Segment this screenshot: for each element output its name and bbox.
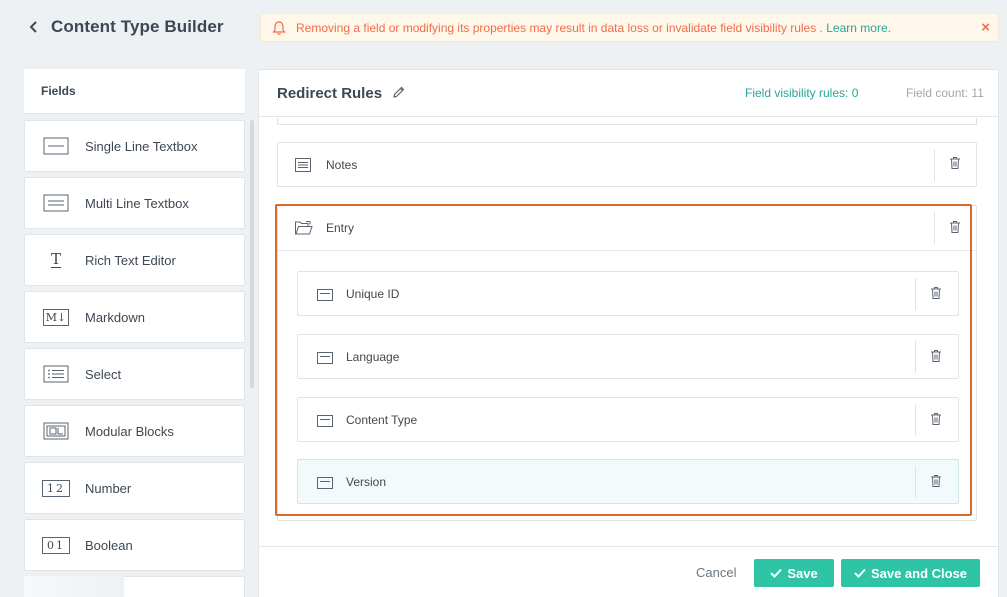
schema-canvas: Notes Entry Unique ID Language Content T… [259,118,998,546]
field-type-label: Single Line Textbox [85,139,198,154]
previous-field-card [277,118,977,125]
warning-message: Removing a field or modifying its proper… [296,21,891,35]
divider [934,149,935,181]
field-count: Field count: 11 [906,86,984,100]
modular-blocks-icon [43,421,69,441]
notes-icon [295,158,311,177]
warning-text: Removing a field or modifying its proper… [296,21,823,35]
field-name: Notes [326,158,358,172]
markdown-icon: M↓ [42,307,70,327]
field-type-modular-blocks[interactable]: Modular Blocks [24,405,245,457]
select-list-icon [43,364,69,384]
fields-sidebar: Fields Single Line Textbox Multi Line Te… [24,69,254,597]
bell-icon [271,20,287,41]
rich-text-glyph: T [50,250,61,268]
field-type-number[interactable]: 12 Number [24,462,245,514]
field-type-label: Multi Line Textbox [85,196,189,211]
field-card-notes[interactable]: Notes [277,142,977,187]
checkmark-icon [854,566,866,581]
boolean-glyph: 01 [42,536,70,554]
field-type-label: Number [85,481,132,496]
page-title: Content Type Builder [51,17,224,36]
field-type-label: Boolean [85,538,133,553]
selected-group-highlight [275,204,972,516]
sidebar-scrollbar[interactable] [250,120,254,388]
save-button[interactable]: Save [754,559,834,587]
sidebar-heading: Fields [24,69,245,114]
save-label: Save [787,565,818,581]
top-bar: Content Type Builder Removing a field or… [0,0,1007,56]
content-type-panel: Redirect Rules Field visibility rules: 0… [258,69,999,597]
trash-icon[interactable] [949,156,961,170]
back-arrow-icon[interactable] [26,18,42,36]
field-visibility-rules-link[interactable]: Field visibility rules: 0 [745,86,858,100]
content-type-title: Redirect Rules [277,85,383,102]
learn-more-link[interactable]: Learn more. [826,21,891,35]
save-and-close-button[interactable]: Save and Close [841,559,980,587]
field-type-label: Select [85,367,122,382]
cancel-button[interactable]: Cancel [696,565,736,580]
field-type-label: Rich Text Editor [85,253,176,268]
markdown-glyph: M↓ [42,308,70,326]
field-type-multi-line[interactable]: Multi Line Textbox [24,177,245,229]
panel-footer: Cancel Save Save and Close [259,546,998,597]
number-glyph: 12 [42,479,70,497]
pencil-icon[interactable] [392,85,406,99]
panel-header: Redirect Rules Field visibility rules: 0… [259,70,998,117]
checkmark-icon [770,566,783,581]
field-type-boolean[interactable]: 01 Boolean [24,519,245,571]
field-type-label: Markdown [85,310,145,325]
save-and-close-label: Save and Close [870,565,968,581]
field-type-select[interactable]: Select [24,348,245,400]
sidebar-fade [24,576,124,597]
rich-text-icon: T [43,250,69,270]
single-line-icon [43,136,69,156]
multi-line-icon [43,193,69,213]
close-icon[interactable]: × [981,19,990,36]
warning-banner: Removing a field or modifying its proper… [260,13,999,42]
field-type-markdown[interactable]: M↓ Markdown [24,291,245,343]
boolean-icon: 01 [42,535,70,555]
number-icon: 12 [42,478,70,498]
field-type-rich-text[interactable]: T Rich Text Editor [24,234,245,286]
field-type-single-line[interactable]: Single Line Textbox [24,120,245,172]
field-type-label: Modular Blocks [85,424,174,439]
